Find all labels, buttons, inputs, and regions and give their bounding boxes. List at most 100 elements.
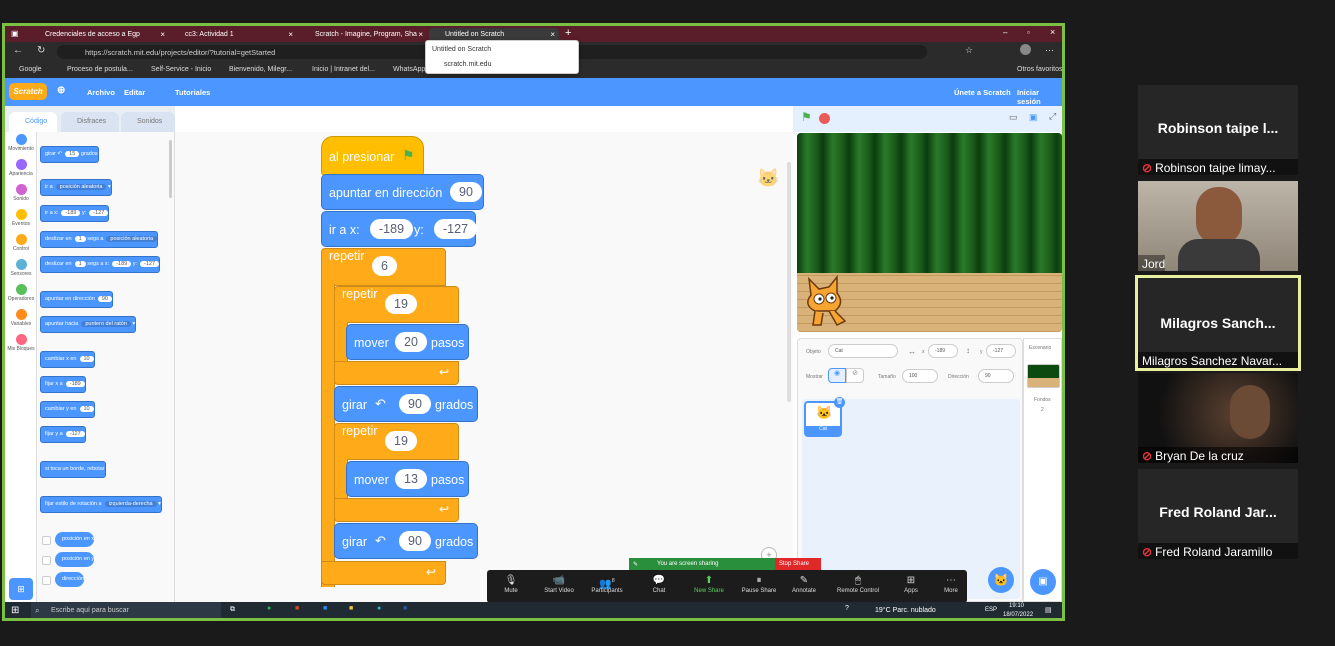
palette-point[interactable]: apuntar en dirección 90 (40, 291, 113, 308)
size-field[interactable]: 100 (902, 369, 938, 383)
palette-changex[interactable]: cambiar x en 10 (40, 351, 95, 368)
palette-changey[interactable]: cambiar y en 10 (40, 401, 95, 418)
participants-button[interactable]: 👥8 Participants (583, 574, 631, 594)
new-share-button[interactable]: ⬆ New Share (685, 574, 733, 594)
participant-tile-jord[interactable]: Jord (1138, 181, 1298, 271)
taskbar-search[interactable]: Escribe aquí para buscar (31, 602, 221, 618)
checkbox-y-position[interactable] (42, 556, 51, 565)
mute-button[interactable]: 🎙 Mute (487, 574, 535, 594)
windows-start-icon[interactable]: ⊞ (11, 605, 19, 616)
move-20-block[interactable]: mover 20 pasos (346, 324, 469, 360)
palette-bounce[interactable]: si toca un borde, rebotar (40, 461, 106, 478)
small-stage-icon[interactable]: ▭ (1009, 112, 1018, 123)
join-scratch-link[interactable]: Únete a Scratch (954, 88, 1011, 97)
participant-tile-fred[interactable]: Fred Roland Jar... ⊘ Fred Roland Jaramill… (1138, 469, 1298, 559)
turn-90-block-2[interactable]: girar ↶ 90 grados (334, 523, 478, 559)
clock-time[interactable]: 19:10 (1009, 603, 1024, 609)
close-icon[interactable]: × (418, 30, 423, 39)
code-workspace[interactable]: 🐱 + − (175, 132, 793, 602)
explorer-icon[interactable]: ■ (349, 605, 353, 612)
delete-sprite-icon[interactable]: 🗑 (834, 397, 845, 408)
chat-button[interactable]: 💬 Chat (635, 574, 683, 594)
palette-sety[interactable]: fijar y a -127 (40, 426, 86, 443)
palette-setx[interactable]: fijar x a -189 (40, 376, 86, 393)
point-direction-block[interactable]: apuntar en dirección 90 (321, 174, 484, 210)
cat-sprite[interactable] (801, 273, 853, 329)
workspace-scrollbar[interactable] (787, 162, 791, 402)
move-13-block[interactable]: mover 13 pasos (346, 461, 469, 497)
close-icon[interactable]: × (160, 30, 165, 39)
language-icon[interactable]: ⊕ (57, 85, 65, 96)
goto-xy-block[interactable]: ir a x: -189 y: -127 (321, 211, 478, 247)
fav-whatsapp[interactable]: WhatsApp (393, 66, 425, 73)
task-view-icon[interactable]: ⧉ (230, 606, 235, 614)
palette-goto[interactable]: ir a posición aleatoria ▾ (40, 179, 112, 196)
direction-input[interactable]: 90 (450, 182, 482, 202)
checkbox-x-position[interactable] (42, 536, 51, 545)
participant-tile-bryan[interactable]: ⊘ Bryan De la cruz (1138, 373, 1298, 463)
participant-tile-robinson[interactable]: Robinson taipe l... ⊘ Robinson taipe lima… (1138, 85, 1298, 175)
tab-actions-icon[interactable]: ▣ (11, 29, 19, 38)
fav-google[interactable]: Google (19, 66, 42, 73)
palette-rotation-style[interactable]: fijar estilo de rotación a izquierda-dere… (40, 496, 162, 513)
reload-icon[interactable]: ↻ (37, 45, 45, 56)
reporter-direction[interactable]: dirección (55, 572, 85, 587)
fullscreen-icon[interactable]: ⤢ (1049, 111, 1056, 122)
category-control[interactable]: Control (5, 234, 37, 252)
sprite-name-field[interactable]: Cat (828, 344, 898, 358)
menu-file[interactable]: Archivo (87, 88, 115, 97)
fav-otros[interactable]: Otros favoritos (1017, 66, 1062, 73)
more-button[interactable]: ⋯ More (927, 574, 975, 594)
profile-avatar[interactable] (1020, 44, 1031, 55)
minimize-icon[interactable]: – (1003, 28, 1007, 37)
stage-thumbnail[interactable] (1027, 364, 1060, 388)
when-flag-clicked-block[interactable]: al presionar ⚑ (321, 136, 424, 176)
signin-link[interactable]: Iniciar sesión (1017, 88, 1062, 106)
maximize-icon[interactable]: ▫ (1027, 28, 1030, 37)
choose-backdrop-button[interactable]: ▣ (1030, 569, 1056, 595)
stop-icon[interactable] (819, 113, 830, 124)
start-video-button[interactable]: 📹 Start Video (535, 574, 583, 594)
large-stage-icon[interactable]: ▣ (1029, 112, 1038, 123)
annotate-button[interactable]: ✎ Annotate (780, 574, 828, 594)
remote-control-button[interactable]: 🖱 Remote Control (830, 574, 886, 594)
stage[interactable] (797, 133, 1062, 332)
x-field[interactable]: -189 (928, 344, 958, 358)
word-icon[interactable]: ■ (403, 605, 407, 612)
green-flag-icon[interactable]: ⚑ (801, 110, 812, 124)
participant-tile-milagros[interactable]: Milagros Sanch... Milagros Sanchez Navar… (1135, 275, 1301, 371)
spotify-icon[interactable]: ● (267, 605, 271, 612)
repeat-19-input[interactable]: 19 (385, 294, 417, 314)
back-icon[interactable]: ← (13, 45, 23, 56)
move-20-input[interactable]: 20 (395, 332, 427, 352)
repeat-19-block-2[interactable]: repetir 19 (334, 423, 459, 460)
category-variables[interactable]: Variables (5, 309, 37, 327)
menu-tutorials[interactable]: Tutoriales (175, 88, 210, 97)
new-tab-icon[interactable]: + (565, 27, 571, 39)
edge-icon[interactable]: ● (377, 605, 381, 612)
menu-edit[interactable]: Editar (124, 88, 145, 97)
zoom-app-icon[interactable]: ■ (323, 605, 327, 612)
window-close-icon[interactable]: × (1050, 27, 1055, 37)
fav-proceso[interactable]: Proceso de postula... (67, 66, 133, 73)
palette-glidexy[interactable]: deslizar en 1 segs a x: -189 y: -127 (40, 256, 161, 273)
pause-share-button[interactable]: ⏸ Pause Share (735, 574, 783, 594)
repeat-19-block[interactable]: repetir 19 (334, 286, 459, 323)
category-operators[interactable]: Operadores (5, 284, 37, 302)
show-sprite-icon[interactable]: ◉ (828, 368, 846, 383)
repeat-6-input[interactable]: 6 (372, 256, 397, 276)
language-indicator[interactable]: ESP (985, 607, 997, 613)
repeat-19-input-2[interactable]: 19 (385, 431, 417, 451)
fav-bienvenido[interactable]: Bienvenido, Milegr... (229, 66, 292, 73)
category-motion[interactable]: Movimiento (5, 134, 37, 152)
palette-turn-ccw[interactable]: girar ↶ 15 grados (40, 146, 99, 163)
y-input[interactable]: -127 (434, 219, 478, 239)
palette-gotoxy[interactable]: ir a x: -189 y: -127 (40, 205, 110, 222)
palette-pointto[interactable]: apuntar hacia puntero del ratón ▾ (40, 316, 137, 333)
help-icon[interactable]: ? (845, 605, 849, 612)
direction-field[interactable]: 90 (978, 369, 1014, 383)
fav-intranet[interactable]: Inicio | Intranet del... (312, 66, 375, 73)
notifications-icon[interactable]: ▤ (1045, 606, 1052, 614)
category-myblocks[interactable]: Mis Bloques (5, 334, 37, 352)
favorites-icon[interactable]: ☆ (965, 45, 973, 56)
